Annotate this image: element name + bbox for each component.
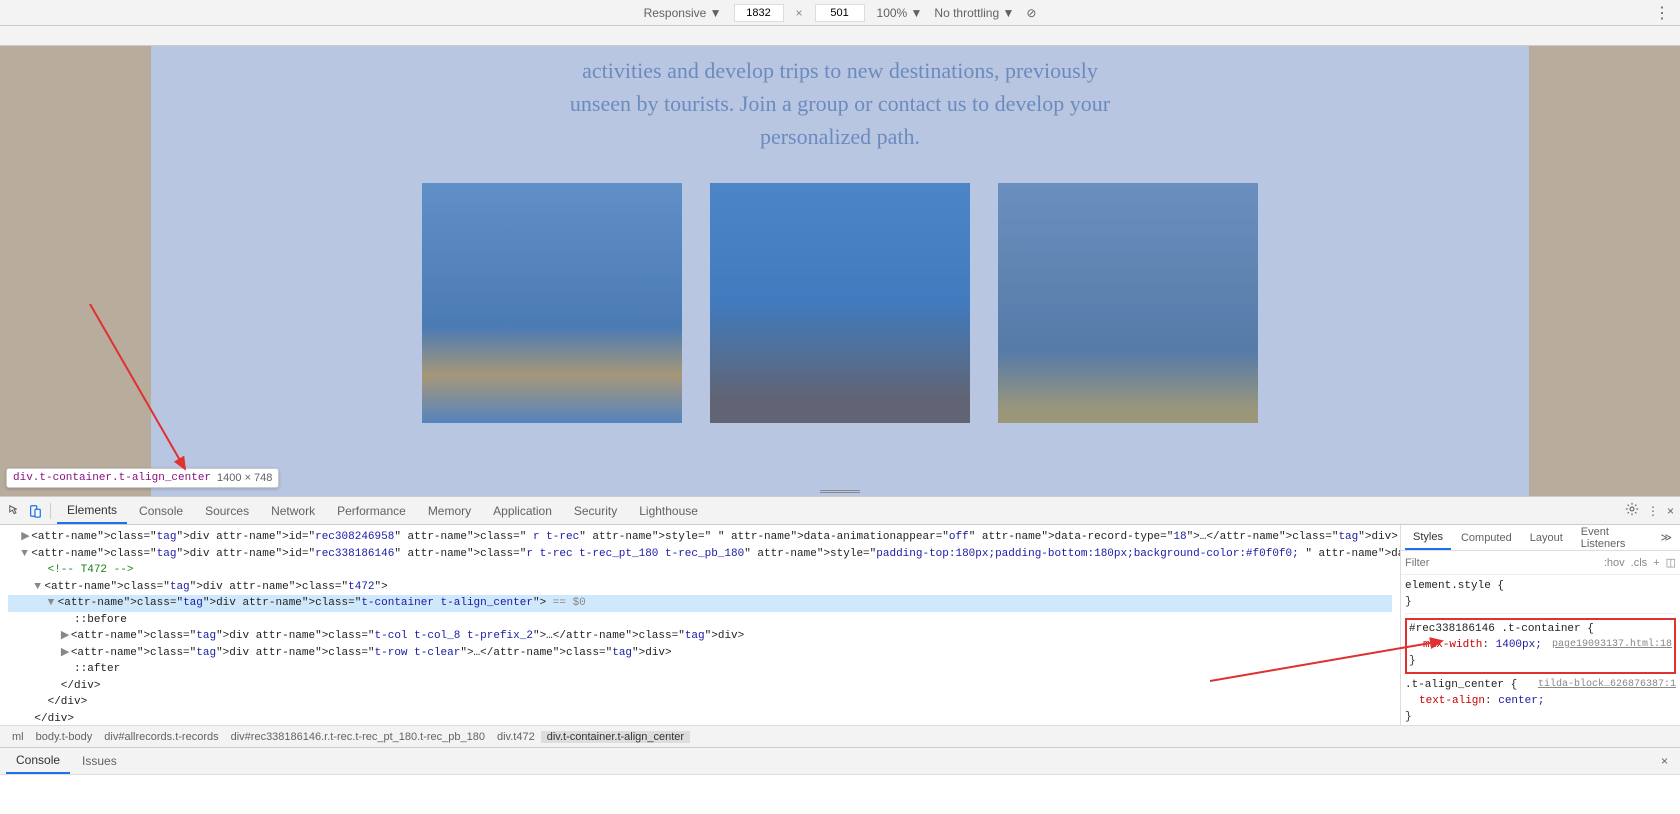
new-rule-plus[interactable]: + [1653, 557, 1659, 569]
dom-tree-line[interactable]: ::before [8, 612, 1392, 629]
styles-tab-styles[interactable]: Styles [1405, 525, 1451, 550]
tooltip-dimensions: 1400 × 748 [217, 472, 272, 484]
breadcrumb-item[interactable]: ml [6, 731, 30, 743]
tab-network[interactable]: Network [261, 497, 325, 524]
element-tooltip: div.t-container.t-align_center 1400 × 74… [6, 468, 279, 488]
zoom-dropdown[interactable]: 100% ▼ [877, 6, 923, 20]
drawer-tab-console[interactable]: Console [6, 748, 70, 774]
settings-gear-icon[interactable] [1625, 502, 1639, 519]
dom-tree-line[interactable]: ▶<attr-name">class="tag">div attr-name">… [8, 628, 1392, 645]
text-line: personalized path. [760, 124, 920, 149]
drawer-body[interactable] [0, 774, 1680, 814]
device-toolbar: Responsive ▼ × 100% ▼ No throttling ▼ ⊘ … [0, 0, 1680, 26]
tab-lighthouse[interactable]: Lighthouse [629, 497, 708, 524]
more-options-icon[interactable]: ⋮ [1654, 3, 1670, 23]
rotate-icon[interactable]: ⊘ [1026, 6, 1036, 20]
tab-application[interactable]: Application [483, 497, 562, 524]
ruler [0, 26, 1680, 46]
tab-performance[interactable]: Performance [327, 497, 416, 524]
styles-tab-layout[interactable]: Layout [1522, 525, 1571, 550]
drawer-tabs: Console Issues × [0, 748, 1680, 774]
image-card [998, 183, 1258, 423]
image-card [422, 183, 682, 423]
page-content: activities and develop trips to new dest… [151, 46, 1529, 496]
tab-sources[interactable]: Sources [195, 497, 259, 524]
styles-tab-more[interactable]: ≫ [1656, 531, 1676, 544]
dom-tree-line[interactable]: ▼<attr-name">class="tag">div attr-name">… [8, 546, 1392, 563]
devtools-panel: Elements Console Sources Network Perform… [0, 496, 1680, 747]
elements-tree[interactable]: ▶<attr-name">class="tag">div attr-name">… [0, 525, 1400, 725]
dom-tree-line[interactable]: ▶<attr-name">class="tag">div attr-name">… [8, 645, 1392, 662]
tab-elements[interactable]: Elements [57, 497, 127, 524]
breadcrumb-item[interactable]: div.t472 [491, 731, 541, 743]
css-rule[interactable]: element.style {} [1405, 579, 1676, 614]
text-line: unseen by tourists. Join a group or cont… [570, 91, 1110, 116]
drawer: Console Issues × [0, 747, 1680, 814]
dom-tree-line[interactable]: ::after [8, 661, 1392, 678]
devtools-tabbar: Elements Console Sources Network Perform… [0, 497, 1680, 525]
dom-tree-line[interactable]: <!-- T472 --> [8, 562, 1392, 579]
page-description: activities and develop trips to new dest… [171, 46, 1509, 183]
breadcrumb-item[interactable]: div#allrecords.t-records [98, 731, 224, 743]
styles-rules[interactable]: element.style {} #rec338186146 .t-contain… [1401, 575, 1680, 725]
close-devtools-icon[interactable]: × [1667, 504, 1674, 518]
dom-tree-line[interactable]: ▼<attr-name">class="tag">div attr-name">… [8, 595, 1392, 612]
css-rule[interactable]: .t-align_center {tilda-block…626876387:1… [1405, 678, 1676, 725]
image-card [710, 183, 970, 423]
dom-tree-line[interactable]: ▶<attr-name">class="tag">div attr-name">… [8, 529, 1392, 546]
devtools-body: ▶<attr-name">class="tag">div attr-name">… [0, 525, 1680, 725]
drawer-tab-issues[interactable]: Issues [72, 748, 127, 774]
device-mode-dropdown[interactable]: Responsive ▼ [644, 6, 722, 20]
page-background: activities and develop trips to new dest… [0, 46, 1680, 496]
dom-tree-line[interactable]: </div> [8, 678, 1392, 695]
tab-security[interactable]: Security [564, 497, 627, 524]
resize-handle[interactable] [820, 489, 860, 494]
tooltip-selector: div.t-container.t-align_center [13, 472, 211, 484]
dom-tree-line[interactable]: ▼<attr-name">class="tag">div attr-name">… [8, 579, 1392, 596]
text-line: activities and develop trips to new dest… [582, 58, 1098, 83]
hov-toggle[interactable]: :hov [1604, 557, 1625, 569]
breadcrumb-item[interactable]: body.t-body [30, 731, 99, 743]
throttling-dropdown[interactable]: No throttling ▼ [934, 6, 1014, 20]
styles-tabs: Styles Computed Layout Event Listeners ≫ [1401, 525, 1680, 551]
tab-memory[interactable]: Memory [418, 497, 481, 524]
css-rule[interactable]: #rec338186146 .t-container {page19093137… [1405, 618, 1676, 674]
viewport-height-input[interactable] [815, 4, 865, 22]
viewport-area: activities and develop trips to new dest… [0, 46, 1680, 496]
tab-console[interactable]: Console [129, 497, 193, 524]
styles-panel: Styles Computed Layout Event Listeners ≫… [1400, 525, 1680, 725]
more-menu-icon[interactable]: ⋮ [1647, 504, 1659, 518]
image-row [171, 183, 1509, 423]
styles-tab-events[interactable]: Event Listeners [1573, 525, 1655, 550]
dimension-separator: × [796, 6, 803, 20]
breadcrumb-item[interactable]: div.t-container.t-align_center [541, 731, 690, 743]
styles-filter-row: :hov .cls + ◫ [1401, 551, 1680, 575]
breadcrumb-item[interactable]: div#rec338186146.r.t-rec.t-rec_pt_180.t-… [225, 731, 491, 743]
drawer-close-icon[interactable]: × [1655, 754, 1674, 768]
styles-pin-icon[interactable]: ◫ [1666, 556, 1676, 569]
toggle-device-icon[interactable] [26, 502, 44, 520]
inspect-element-icon[interactable] [6, 502, 24, 520]
dom-tree-line[interactable]: </div> [8, 694, 1392, 711]
viewport-width-input[interactable] [734, 4, 784, 22]
cls-toggle[interactable]: .cls [1631, 557, 1648, 569]
styles-filter-input[interactable] [1405, 557, 1598, 569]
styles-tab-computed[interactable]: Computed [1453, 525, 1520, 550]
breadcrumb-bar: mlbody.t-bodydiv#allrecords.t-recordsdiv… [0, 725, 1680, 747]
dom-tree-line[interactable]: </div> [8, 711, 1392, 726]
